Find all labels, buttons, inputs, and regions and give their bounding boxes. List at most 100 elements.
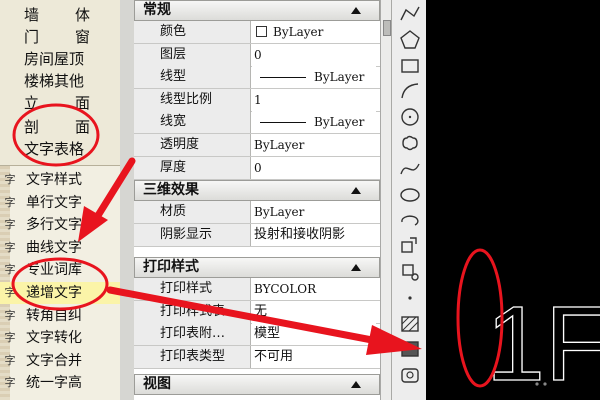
submenu-item[interactable]: 字统一字高 (0, 372, 120, 394)
palette-title-bar[interactable] (120, 0, 135, 400)
submenu-item-label: 递增文字 (26, 285, 82, 301)
property-value-text: 模型 (254, 326, 281, 342)
collapse-arrow-icon[interactable] (351, 381, 361, 388)
property-row[interactable]: 打印样式 BYCOLOR (134, 278, 380, 301)
submenu-item[interactable]: 字递增文字 (0, 282, 120, 304)
section-header[interactable]: 打印样式 (134, 257, 380, 278)
property-value[interactable]: 模型 (252, 323, 376, 346)
section-title: 打印样式 (143, 259, 199, 275)
single-line-text-icon: 字 (4, 195, 16, 209)
ellipse-icon[interactable] (398, 183, 422, 207)
property-value[interactable]: ByLayer (252, 111, 376, 134)
insert-block-icon[interactable] (398, 234, 422, 258)
revcloud-icon[interactable] (398, 131, 422, 155)
property-value[interactable]: 0 (252, 43, 376, 66)
circle-icon[interactable] (398, 105, 422, 129)
submenu-item[interactable]: 字单行文字 (0, 192, 120, 214)
arc-icon[interactable] (398, 79, 422, 103)
property-value[interactable]: 投射和接收阴影 (252, 223, 376, 246)
property-name: 透明度 (134, 134, 251, 156)
property-value-text: 投射和接收阴影 (254, 226, 346, 242)
property-value[interactable]: 无 (252, 300, 376, 323)
property-value-text: ByLayer (314, 70, 365, 85)
gradient-icon[interactable] (398, 337, 422, 361)
submenu-item-label: 转角自纠 (26, 307, 82, 324)
property-value[interactable]: 不可用 (252, 345, 376, 368)
property-row[interactable]: 打印样式表无 (134, 300, 380, 324)
property-row[interactable]: 透明度 ByLayer (134, 134, 380, 157)
property-row[interactable]: 颜色 ByLayer (134, 21, 380, 44)
menu-item-stairs-other[interactable]: 楼梯其他 (0, 70, 120, 92)
property-row[interactable]: 打印表类型 不可用 (134, 345, 380, 369)
submenu-item-label: 专业词库 (26, 262, 82, 279)
property-value[interactable]: ByLayer (252, 201, 376, 223)
canvas-text[interactable]: 1F (485, 284, 600, 400)
section-title: 三维效果 (143, 182, 199, 198)
hatch-icon[interactable] (398, 312, 422, 336)
property-row[interactable]: 材质 ByLayer (134, 201, 380, 224)
property-row[interactable]: 图层 0 (134, 43, 380, 67)
submenu-item-label: 文字样式 (26, 172, 82, 188)
text-merge-icon: 字 (4, 353, 16, 367)
menu-label-char: 门 (24, 28, 40, 46)
region-icon[interactable] (398, 363, 422, 387)
menu-label-char: 墙 (24, 6, 40, 24)
submenu-item[interactable]: 字转角自纠 (0, 305, 120, 327)
property-value[interactable]: BYCOLOR (252, 278, 376, 300)
color-swatch (256, 26, 267, 37)
menu-label-char: 窗 (74, 28, 90, 46)
section-header[interactable]: 三维效果 (134, 180, 380, 201)
make-block-icon[interactable] (398, 260, 422, 284)
property-value-text: ByLayer (314, 115, 365, 130)
property-row[interactable]: 阴影显示 投射和接收阴影 (134, 223, 380, 247)
property-row[interactable]: 线型比例 1 (134, 88, 380, 112)
polygon-icon[interactable] (398, 28, 422, 52)
property-row[interactable]: 线型 ByLayer (134, 66, 380, 90)
menu-item-elevation[interactable]: 立面 (0, 92, 120, 114)
ellipse-arc-icon[interactable] (398, 208, 422, 232)
property-value-text: 1 (254, 92, 262, 107)
collapse-arrow-icon[interactable] (351, 187, 361, 194)
cad-window: 墙体 门窗 房间屋顶 楼梯其他 立面 剖面 文字表格 字文字样式字单行文字字多行… (0, 0, 600, 400)
property-name: 线宽 (134, 111, 251, 134)
drawing-canvas[interactable]: 1F (426, 0, 600, 400)
property-value[interactable]: ByLayer (252, 21, 376, 43)
menu-item-room-roof[interactable]: 房间屋顶 (0, 48, 120, 70)
menu-label-char: 剖 (24, 118, 40, 136)
canvas-dot (543, 382, 547, 386)
section-header[interactable]: 视图 (134, 374, 380, 395)
rectangle-icon[interactable] (398, 54, 422, 78)
section-header[interactable]: 常规 (134, 0, 380, 21)
property-row[interactable]: 线宽 ByLayer (134, 111, 380, 135)
property-row[interactable]: 厚度 0 (134, 156, 380, 180)
property-value[interactable]: 0 (252, 156, 376, 179)
section-title: 视图 (143, 376, 171, 392)
spline-icon[interactable] (398, 157, 422, 181)
palette-splitter[interactable] (380, 0, 392, 400)
submenu-item[interactable]: 字多行文字 (0, 214, 120, 236)
menu-item-door-window[interactable]: 门窗 (0, 26, 120, 48)
menu-item-section[interactable]: 剖面 (0, 116, 120, 138)
curve-text-icon: 字 (4, 240, 16, 254)
property-name: 图层 (134, 43, 251, 66)
submenu-item[interactable]: 字文字转化 (0, 327, 120, 349)
collapse-arrow-icon[interactable] (351, 264, 361, 271)
uniform-height-icon: 字 (4, 376, 16, 390)
property-value[interactable]: ByLayer (252, 66, 376, 89)
collapse-arrow-icon[interactable] (351, 7, 361, 14)
property-value[interactable]: ByLayer (252, 134, 376, 156)
menu-item-wall[interactable]: 墙体 (0, 4, 120, 26)
submenu-item[interactable]: 字文字样式 (0, 169, 120, 191)
section-title: 常规 (143, 2, 171, 18)
menu-item-text-table[interactable]: 文字表格 (0, 138, 120, 160)
submenu-item[interactable]: 字文字合并 (0, 350, 120, 372)
property-row[interactable]: 打印表附… 模型 (134, 323, 380, 347)
splitter-knob[interactable] (383, 20, 391, 36)
property-value[interactable]: 1 (252, 88, 376, 111)
property-name: 阴影显示 (134, 223, 251, 246)
submenu-item[interactable]: 字专业词库 (0, 259, 120, 281)
submenu-item[interactable]: 字曲线文字 (0, 237, 120, 259)
polyline-icon[interactable] (398, 2, 422, 26)
point-icon[interactable] (398, 286, 422, 310)
property-value-text: 不可用 (254, 348, 294, 364)
